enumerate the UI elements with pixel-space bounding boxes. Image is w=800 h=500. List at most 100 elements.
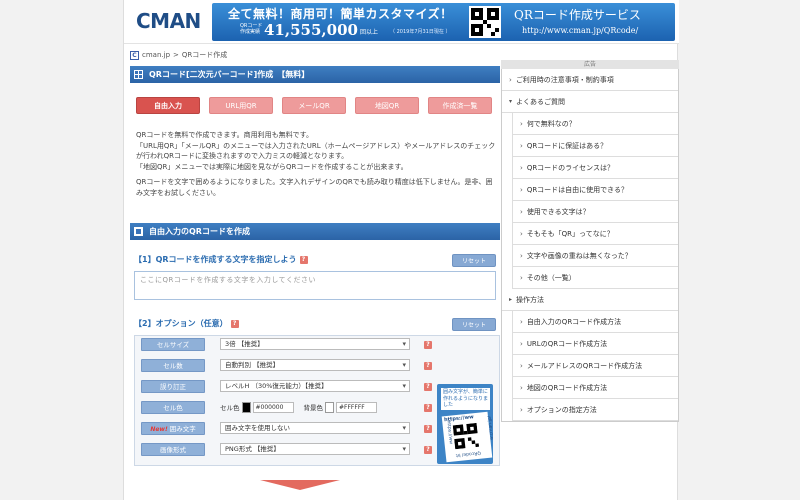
chevron-right-icon: › xyxy=(520,163,523,172)
tab-created-list[interactable]: 作成済一覧 xyxy=(428,97,492,114)
section-header-free-input: 自由入力のQRコードを作成 xyxy=(130,223,500,240)
chevron-right-icon: › xyxy=(520,119,523,128)
sidebar-item-howto-options[interactable]: › オプションの指定方法 xyxy=(512,399,678,421)
sidebar-item-howto-mail[interactable]: › メールアドレスのQRコード作成方法 xyxy=(512,355,678,377)
help-icon[interactable]: ? xyxy=(424,341,432,349)
tab-url-qr[interactable]: URL用QR xyxy=(209,97,273,114)
ad-count-suffix: 回以上 xyxy=(360,29,379,36)
bg-color-label: 背景色 xyxy=(303,404,324,412)
sidebar-item-why-free[interactable]: › 何で無料なの？ xyxy=(512,113,678,135)
mode-tabs: 自由入力 URL用QR メールQR 地図QR 作成済一覧 xyxy=(136,97,492,114)
ad-date: （ 2019年7月31日現在 ） xyxy=(390,29,451,35)
error-correction-select[interactable]: レベルH （30%復元能力）【推奨】 xyxy=(220,380,410,392)
section-title: 自由入力のQRコードを作成 xyxy=(149,227,250,236)
ad-count: 41,555,000 xyxy=(264,21,358,39)
sidebar-item-howto-map[interactable]: › 地図のQRコード作成方法 xyxy=(512,377,678,399)
help-icon[interactable]: ? xyxy=(299,255,308,264)
help-icon[interactable]: ? xyxy=(424,404,432,412)
sidebar-item-what-is-qr[interactable]: › そもそも「QR」ってなに？ xyxy=(512,223,678,245)
cell-color-swatch[interactable] xyxy=(241,401,251,413)
sidebar-item-label: その他（一覧） xyxy=(526,273,576,282)
sidebar-item-terms[interactable]: › ご利用時の注意事項・制約事項 xyxy=(502,69,678,91)
enclose-text-promo[interactable]: 囲み文字が、簡単に作れるようになりました https://ww https://… xyxy=(437,384,496,464)
sidebar: 広告 › ご利用時の注意事項・制約事項 ▾ よくあるご質問 › 何で無料なの？ › QR… xyxy=(501,60,679,422)
breadcrumb-current: QRコード作成 xyxy=(181,51,228,59)
option-row-cell-count: セル数 自動判別 【推奨】 ? xyxy=(141,359,432,372)
option-label: 誤り訂正 xyxy=(141,380,205,393)
chevron-right-icon: › xyxy=(520,405,523,414)
bg-color-input[interactable]: #FFFFFF xyxy=(336,401,377,413)
desc-line-1: QRコードを無料で作成できます。商用利用も無料です。 「URL用QR」「メールQR… xyxy=(136,130,496,172)
breadcrumb-home-link[interactable]: cman.jp xyxy=(142,51,170,59)
sidebar-item-label: URLのQRコード作成方法 xyxy=(526,339,608,348)
site-banner: CMAN 全て無料！商用可！簡単カスタマイズ！ QRコード 作成実績 41,55… xyxy=(124,0,679,44)
sidebar-item-faq[interactable]: ▾ よくあるご質問 xyxy=(502,91,678,113)
promo-qr-card: https://ww https://ww w.cman.jp/ QRcode/… xyxy=(441,411,496,463)
cell-count-select[interactable]: 自動判別 【推奨】 xyxy=(220,359,410,371)
promo-side-left: https://ww xyxy=(445,420,453,445)
sidebar-item-howto[interactable]: ▸ 操作方法 xyxy=(502,289,678,311)
option-row-error-correction: 誤り訂正 レベルH （30%復元能力）【推奨】 ? xyxy=(141,380,432,393)
sidebar-item-characters[interactable]: › 使用できる文字は？ xyxy=(512,201,678,223)
sidebar-item-free-use[interactable]: › QRコードは自由に使用できる？ xyxy=(512,179,678,201)
chevron-right-icon: › xyxy=(520,207,523,216)
site-favicon-icon: C xyxy=(130,50,139,60)
promo-bottom: QRcode/ ht xyxy=(455,449,482,458)
triangle-down-icon: ▾ xyxy=(509,98,513,105)
option-label: セルサイズ xyxy=(141,338,205,351)
help-icon[interactable]: ? xyxy=(424,446,432,454)
option-row-image-format: 画像形式 PNG形式 【推奨】 ? xyxy=(141,443,432,456)
chevron-right-icon: › xyxy=(520,251,523,260)
sidebar-item-license[interactable]: › QRコードのライセンスは？ xyxy=(512,157,678,179)
main-content: QRコード[二次元バーコード]作成 【無料】 自由入力 URL用QR メールQR… xyxy=(130,66,500,490)
sidebar-item-label: 自由入力のQRコード作成方法 xyxy=(526,317,622,326)
sidebar-item-label: メールアドレスのQRコード作成方法 xyxy=(526,361,643,370)
sidebar-item-others[interactable]: › その他（一覧） xyxy=(512,267,678,289)
sidebar-item-overlay[interactable]: › 文字や画像の重ねは無くなった？ xyxy=(512,245,678,267)
sidebar-item-label: 操作方法 xyxy=(516,295,545,304)
desc-text-3: 「地図QR」メニューでは実際に地図を見ながらQRコードを作成することが出来ます。 xyxy=(136,162,408,171)
sidebar-item-label: よくあるご質問 xyxy=(516,97,566,106)
ad-tag: 広告 xyxy=(501,60,679,69)
option-label-text: 囲み文字 xyxy=(169,425,196,433)
help-icon[interactable]: ? xyxy=(424,362,432,370)
sidebar-item-label: 文字や画像の重ねは無くなった？ xyxy=(526,251,632,260)
square-icon xyxy=(134,227,143,236)
option-row-enclose-text: New!囲み文字 囲み文字を使用しない ? xyxy=(141,422,432,435)
bg-color-swatch[interactable] xyxy=(325,401,334,413)
ad-url: http://www.cman.jp/QRcode/ xyxy=(522,26,639,35)
banner-ad[interactable]: 全て無料！商用可！簡単カスタマイズ！ QRコード 作成実績 41,555,000… xyxy=(212,3,675,41)
enclose-text-select[interactable]: 囲み文字を使用しない xyxy=(220,422,410,434)
sidebar-menu: › ご利用時の注意事項・制約事項 ▾ よくあるご質問 › 何で無料なの？ › QRコード… xyxy=(501,69,679,422)
page-title-bar: QRコード[二次元バーコード]作成 【無料】 xyxy=(130,66,500,83)
promo-qr-icon xyxy=(452,422,480,450)
chevron-right-icon: › xyxy=(520,185,523,194)
chevron-right-icon: › xyxy=(520,141,523,150)
promo-side-right: w.cman.jp/ xyxy=(487,415,496,441)
page: CMAN 全て無料！商用可！簡単カスタマイズ！ QRコード 作成実績 41,55… xyxy=(123,0,679,500)
tab-free-input[interactable]: 自由入力 xyxy=(136,97,200,114)
sidebar-item-howto-url[interactable]: › URLのQRコード作成方法 xyxy=(512,333,678,355)
sidebar-item-label: ご利用時の注意事項・制約事項 xyxy=(515,75,614,84)
ad-qr-icon xyxy=(469,6,501,38)
tab-map-qr[interactable]: 地図QR xyxy=(355,97,419,114)
site-logo[interactable]: CMAN xyxy=(136,9,201,33)
step2-reset-button[interactable]: リセット xyxy=(452,318,496,331)
image-format-select[interactable]: PNG形式 【推奨】 xyxy=(220,443,410,455)
tab-mail-qr[interactable]: メールQR xyxy=(282,97,346,114)
grid-icon xyxy=(134,70,143,79)
ad-title: QRコード作成サービス xyxy=(514,8,641,22)
breadcrumb: C cman.jp > QRコード作成 xyxy=(130,49,227,61)
sidebar-item-label: そもそも「QR」ってなに？ xyxy=(526,229,614,238)
option-row-cell-size: セルサイズ 3倍 【推奨】 ? xyxy=(141,338,432,351)
qr-text-input[interactable]: ここにQRコードを作成する文字を入力してください xyxy=(134,271,496,300)
cell-size-select[interactable]: 3倍 【推奨】 xyxy=(220,338,410,350)
cell-color-input[interactable]: #000000 xyxy=(252,401,294,413)
step1-reset-button[interactable]: リセット xyxy=(452,254,496,267)
help-icon[interactable]: ? xyxy=(424,383,432,391)
options-panel: セルサイズ 3倍 【推奨】 ? セル数 自動判別 【推奨】 ? 誤り訂正 レベル… xyxy=(134,335,500,466)
help-icon[interactable]: ? xyxy=(424,425,432,433)
sidebar-item-howto-free[interactable]: › 自由入力のQRコード作成方法 xyxy=(512,311,678,333)
sidebar-item-guarantee[interactable]: › QRコードに保証はある？ xyxy=(512,135,678,157)
help-icon[interactable]: ? xyxy=(230,319,239,328)
